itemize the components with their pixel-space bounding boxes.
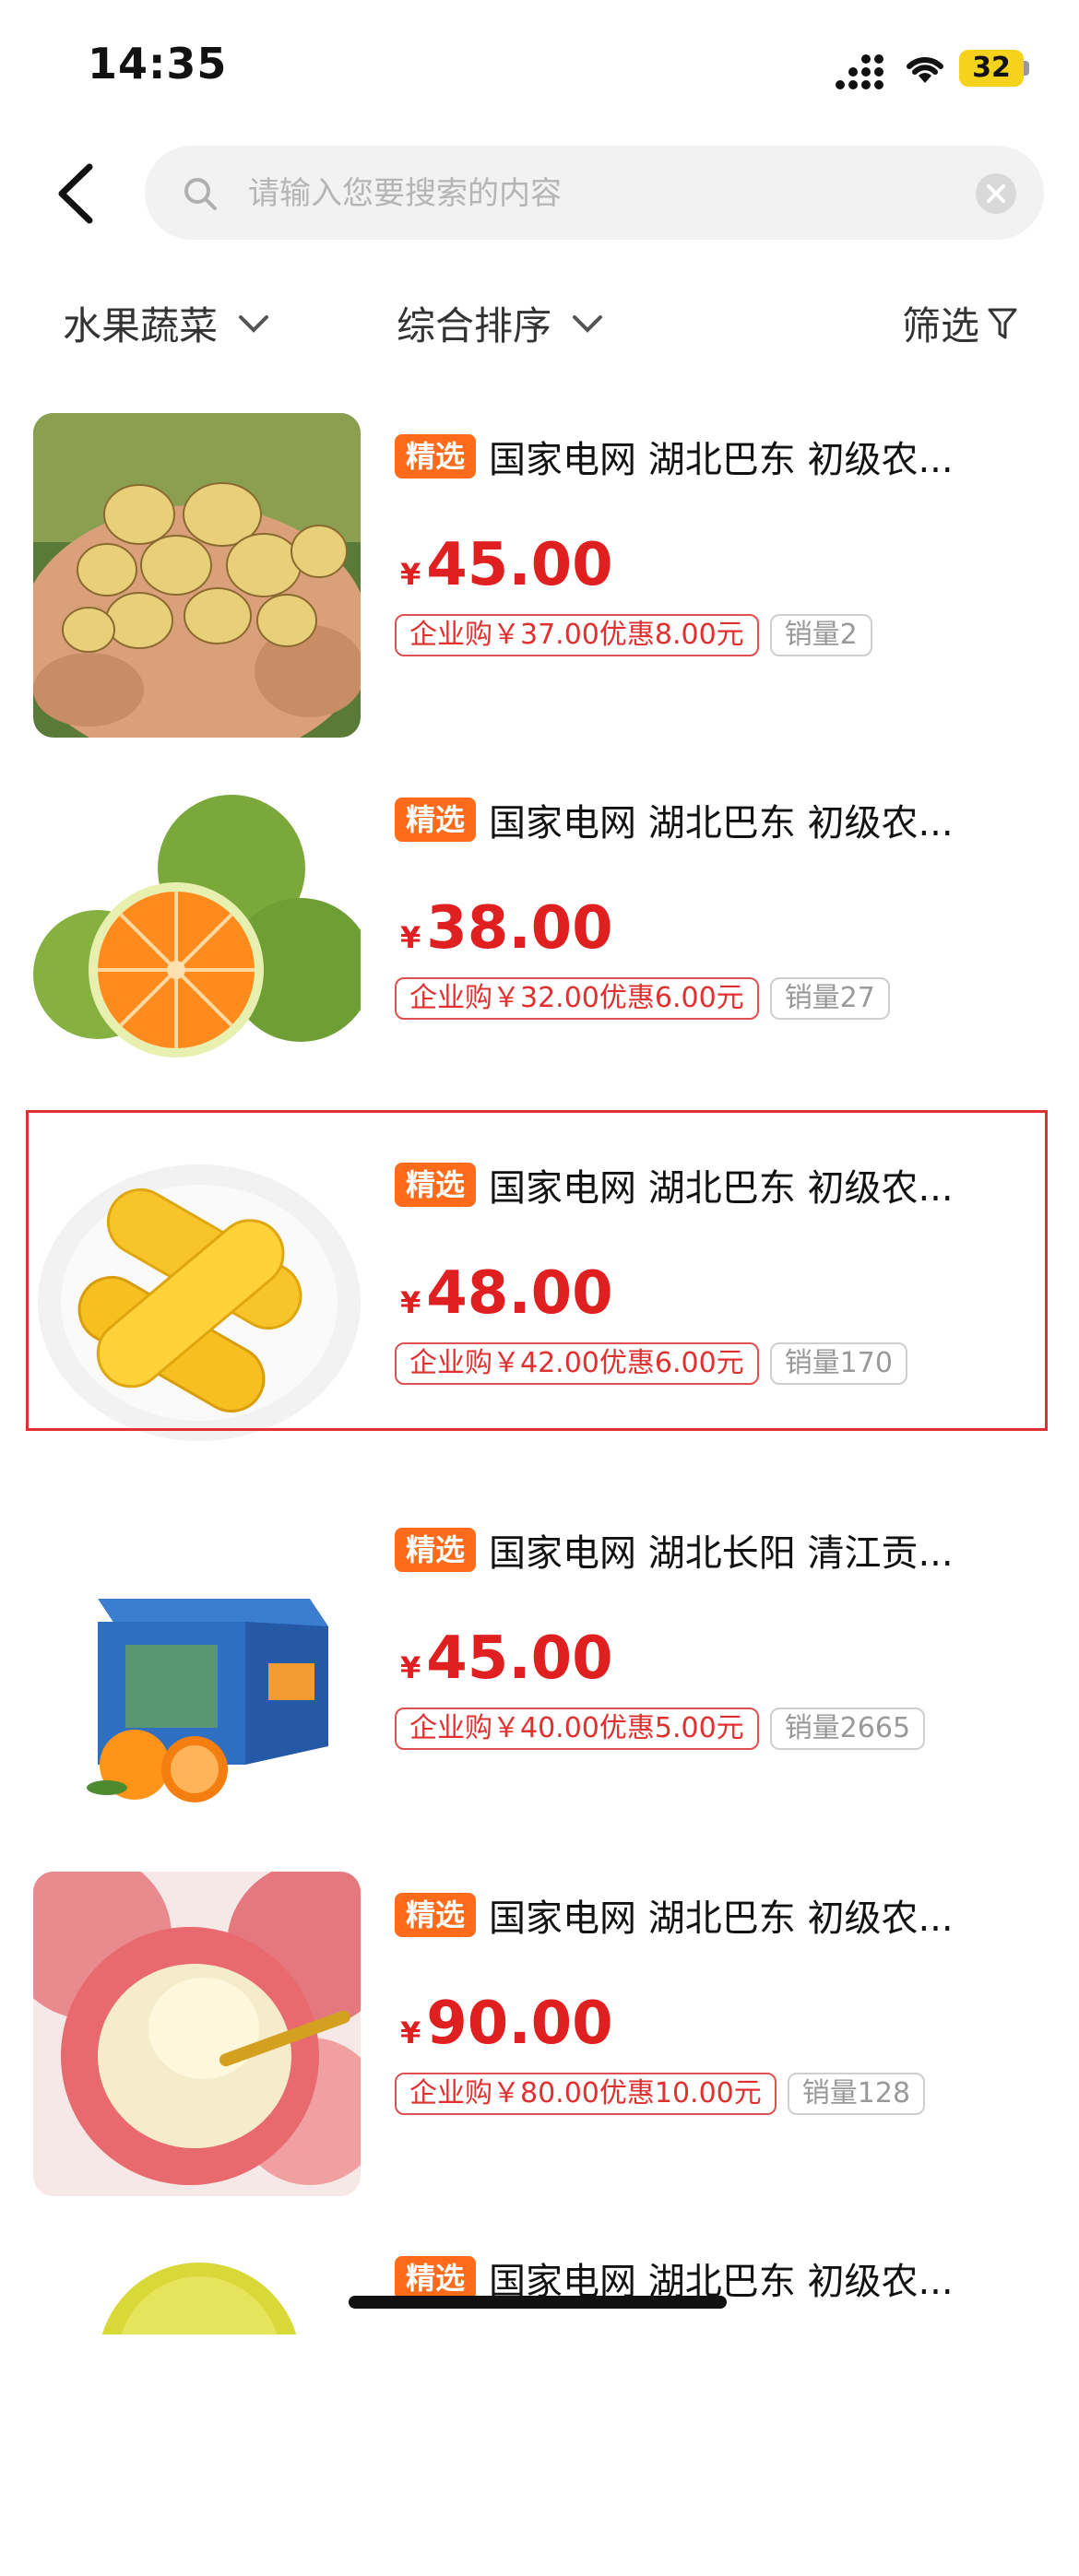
product-image-pomelo[interactable]	[33, 2235, 361, 2334]
product-title-row: 精选 国家电网 湖北巴东 初级农...	[395, 793, 1059, 846]
home-indicator[interactable]	[349, 2296, 727, 2309]
sales-count-badge: 销量2	[769, 614, 872, 656]
price-value: 45.00	[426, 1625, 613, 1693]
sales-count-badge: 销量27	[769, 977, 890, 1020]
enterprise-price-badge: 企业购￥40.00优惠5.00元	[395, 1707, 759, 1750]
clear-search-icon[interactable]	[976, 173, 1016, 214]
product-card[interactable]: 精选 国家电网 湖北巴东 初级农... ¥90.00 企业购￥80.00优惠10…	[0, 1872, 1079, 2213]
wifi-icon	[907, 56, 943, 83]
price-value: 38.00	[426, 894, 613, 963]
featured-tag: 精选	[395, 1528, 477, 1572]
product-image-corn[interactable]	[33, 1141, 361, 1466]
product-price: ¥45.00	[400, 531, 613, 599]
enterprise-price-badge: 企业购￥42.00优惠6.00元	[395, 1342, 759, 1385]
product-card[interactable]: 精选 国家电网 湖北巴东 初级农... ¥38.00 企业购￥32.00优惠6.…	[0, 776, 1079, 1117]
product-title-row: 精选 国家电网 湖北长阳 清江贡...	[395, 1523, 1059, 1577]
search-input[interactable]	[246, 164, 988, 223]
status-bar: 14:35 32	[0, 0, 1079, 129]
product-card[interactable]: 精选 国家电网 湖北巴东 初级农... ¥45.00 企业购￥37.00优惠8.…	[0, 413, 1079, 754]
battery-cap	[1024, 61, 1029, 76]
currency-symbol: ¥	[400, 557, 421, 592]
product-card[interactable]: 精选 国家电网 湖北长阳 清江贡... ¥45.00 企业购￥40.00优惠5.…	[0, 1507, 1079, 1848]
chevron-down-icon	[239, 314, 269, 333]
currency-symbol: ¥	[400, 1285, 421, 1320]
product-title-row: 精选 国家电网 湖北巴东 初级农...	[395, 1158, 1059, 1211]
featured-tag: 精选	[395, 1893, 477, 1937]
product-badges: 企业购￥32.00优惠6.00元 销量27	[395, 977, 890, 1020]
chevron-down-icon	[573, 314, 603, 333]
featured-tag: 精选	[395, 434, 477, 479]
currency-symbol: ¥	[400, 920, 421, 955]
filter-button[interactable]: 筛选	[902, 295, 1018, 351]
product-title[interactable]: 国家电网 湖北巴东 初级农...	[489, 1888, 1005, 1942]
sales-count-badge: 销量2665	[769, 1707, 926, 1750]
product-price: ¥38.00	[400, 894, 613, 963]
price-value: 90.00	[426, 1990, 613, 2058]
product-title[interactable]: 国家电网 湖北巴东 初级农...	[489, 793, 1005, 846]
product-card[interactable]: 精选 国家电网 湖北巴东 初级农...	[0, 2235, 1079, 2576]
featured-tag: 精选	[395, 1163, 477, 1207]
sales-count-badge: 销量170	[769, 1342, 907, 1385]
product-price: ¥48.00	[400, 1259, 613, 1328]
product-title-row: 精选 国家电网 湖北巴东 初级农...	[395, 430, 1059, 483]
battery-indicator: 32	[959, 50, 1024, 87]
price-value: 45.00	[426, 531, 613, 599]
product-title-row: 精选 国家电网 湖北巴东 初级农...	[395, 1888, 1059, 1942]
enterprise-price-badge: 企业购￥32.00优惠6.00元	[395, 977, 759, 1020]
product-badges: 企业购￥42.00优惠6.00元 销量170	[395, 1342, 907, 1385]
sort-dropdown[interactable]: 综合排序	[397, 295, 603, 351]
category-dropdown[interactable]: 水果蔬菜	[63, 295, 269, 351]
enterprise-price-badge: 企业购￥80.00优惠10.00元	[395, 2073, 777, 2115]
funnel-icon	[988, 308, 1017, 338]
currency-symbol: ¥	[400, 2015, 421, 2050]
cellular-signal-icon	[836, 54, 883, 89]
product-image-apples[interactable]	[33, 1872, 361, 2196]
price-value: 48.00	[426, 1259, 613, 1328]
product-badges: 企业购￥80.00优惠10.00元 销量128	[395, 2073, 926, 2115]
product-card[interactable]: 精选 国家电网 湖北巴东 初级农... ¥48.00 企业购￥42.00优惠6.…	[0, 1141, 1079, 1483]
product-price: ¥45.00	[400, 1625, 613, 1693]
featured-tag: 精选	[395, 2256, 477, 2300]
filter-label: 筛选	[902, 303, 980, 349]
product-badges: 企业购￥37.00优惠8.00元 销量2	[395, 614, 872, 656]
product-image-green-oranges[interactable]	[33, 776, 361, 1101]
product-image-orange-gift-box[interactable]	[33, 1507, 361, 1831]
product-title[interactable]: 国家电网 湖北长阳 清江贡...	[489, 1523, 1005, 1577]
status-time: 14:35	[88, 39, 228, 89]
back-arrow-icon[interactable]	[51, 161, 106, 226]
currency-symbol: ¥	[400, 1650, 421, 1685]
enterprise-price-badge: 企业购￥37.00优惠8.00元	[395, 614, 759, 656]
featured-tag: 精选	[395, 798, 477, 842]
product-title[interactable]: 国家电网 湖北巴东 初级农...	[489, 1158, 1005, 1211]
search-bar[interactable]	[145, 146, 1044, 240]
product-title[interactable]: 国家电网 湖北巴东 初级农...	[489, 430, 1005, 483]
search-icon	[184, 178, 217, 210]
product-image-potatoes[interactable]	[33, 413, 361, 738]
sales-count-badge: 销量128	[787, 2073, 926, 2115]
product-price: ¥90.00	[400, 1990, 613, 2058]
product-badges: 企业购￥40.00优惠5.00元 销量2665	[395, 1707, 926, 1750]
category-label: 水果蔬菜	[63, 303, 219, 349]
sort-label: 综合排序	[397, 303, 552, 349]
